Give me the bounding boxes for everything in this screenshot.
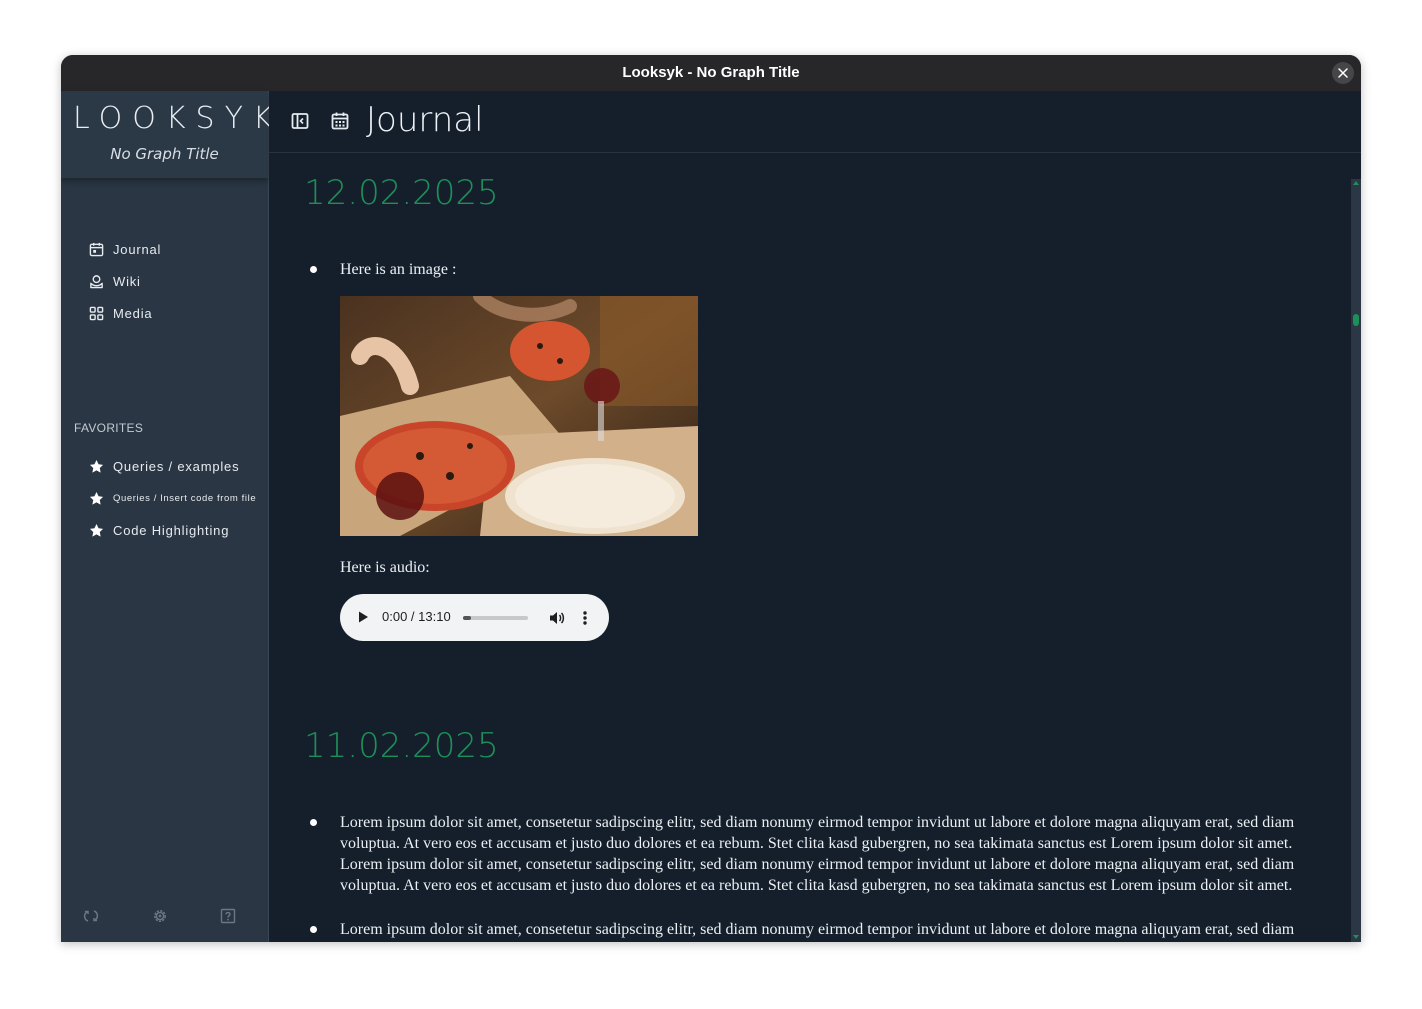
content-scrollbar[interactable]	[1351, 179, 1361, 942]
block-bullet[interactable]	[310, 819, 317, 826]
close-button[interactable]	[1332, 62, 1354, 84]
page-header: Journal	[269, 91, 1361, 153]
grid-icon	[89, 306, 104, 320]
sidebar-item-label: Wiki	[113, 273, 141, 289]
favorite-item-queries-examples[interactable]: Queries / examples	[61, 450, 268, 482]
volume-icon[interactable]	[548, 609, 566, 627]
play-icon[interactable]	[356, 610, 370, 624]
scroll-down-arrow[interactable]	[1353, 935, 1359, 939]
journal-date[interactable]: 11.02.2025	[304, 726, 499, 766]
pizza-image	[340, 296, 698, 536]
favorites-header: FAVORITES	[74, 421, 144, 435]
audio-time: 0:00 / 13:10	[382, 609, 451, 624]
block-text[interactable]: Here is an image :	[340, 259, 456, 280]
favorite-item-insert-code[interactable]: Queries / Insert code from file	[61, 482, 268, 514]
favorite-item-label: Queries / examples	[113, 458, 240, 474]
more-options-icon[interactable]	[582, 609, 588, 627]
graph-title: No Graph Title	[110, 145, 219, 163]
app-window: Looksyk - No Graph Title LOOKSYK No Grap…	[61, 55, 1361, 942]
sync-icon	[83, 910, 99, 922]
window-title: Looksyk - No Graph Title	[622, 64, 800, 81]
block-bullet[interactable]	[310, 266, 317, 273]
star-icon	[89, 459, 104, 473]
audio-progress-fill	[463, 616, 471, 620]
close-icon	[1338, 68, 1348, 78]
sidebar: LOOKSYK No Graph Title Journal Wiki Medi…	[61, 91, 273, 942]
calendar-icon	[89, 242, 104, 256]
brand-header: LOOKSYK No Graph Title	[61, 91, 273, 178]
audio-progress-track[interactable]	[463, 616, 528, 620]
star-icon	[89, 523, 104, 537]
sync-button[interactable]	[82, 907, 100, 925]
sidebar-nav: Journal Wiki Media	[61, 233, 268, 329]
sidebar-footer	[61, 903, 268, 929]
favorite-item-label: Code Highlighting	[113, 522, 230, 538]
calendar-button[interactable]	[330, 111, 350, 131]
calendar-icon	[331, 112, 349, 130]
favorites-list: Queries / examples Queries / Insert code…	[61, 450, 268, 546]
block-text[interactable]: Here is audio:	[340, 557, 430, 578]
scrollbar-thumb[interactable]	[1353, 314, 1359, 326]
journal-date[interactable]: 12.02.2025	[304, 173, 499, 213]
wiki-icon	[90, 274, 103, 288]
sidebar-item-label: Journal	[113, 241, 162, 257]
app-logo: LOOKSYK	[73, 101, 283, 136]
help-button[interactable]	[219, 907, 237, 925]
sidebar-item-label: Media	[113, 305, 153, 321]
settings-icon	[154, 910, 166, 922]
toggle-sidebar-button[interactable]	[290, 111, 310, 131]
favorite-item-code-highlighting[interactable]: Code Highlighting	[61, 514, 268, 546]
title-bar: Looksyk - No Graph Title	[61, 55, 1361, 91]
block-bullet[interactable]	[310, 926, 317, 933]
pizza-photo	[340, 296, 698, 536]
sidebar-item-media[interactable]: Media	[61, 297, 268, 329]
main-area: Journal 12.02.2025 Here is an image : He…	[269, 91, 1361, 942]
settings-button[interactable]	[151, 907, 169, 925]
audio-player[interactable]: 0:00 / 13:10	[340, 594, 609, 641]
toggle-sidebar-icon	[291, 113, 309, 129]
favorite-item-label: Queries / Insert code from file	[113, 492, 257, 504]
block-text[interactable]: Lorem ipsum dolor sit amet, consetetur s…	[340, 919, 1325, 942]
sidebar-item-wiki[interactable]: Wiki	[61, 265, 268, 297]
sidebar-item-journal[interactable]: Journal	[61, 233, 268, 265]
star-icon	[89, 491, 104, 505]
help-icon	[220, 908, 236, 924]
scroll-up-arrow[interactable]	[1353, 181, 1359, 185]
journal-content: 12.02.2025 Here is an image : Here is au…	[269, 153, 1351, 942]
page-title: Journal	[366, 100, 484, 140]
block-text[interactable]: Lorem ipsum dolor sit amet, consetetur s…	[340, 812, 1325, 896]
